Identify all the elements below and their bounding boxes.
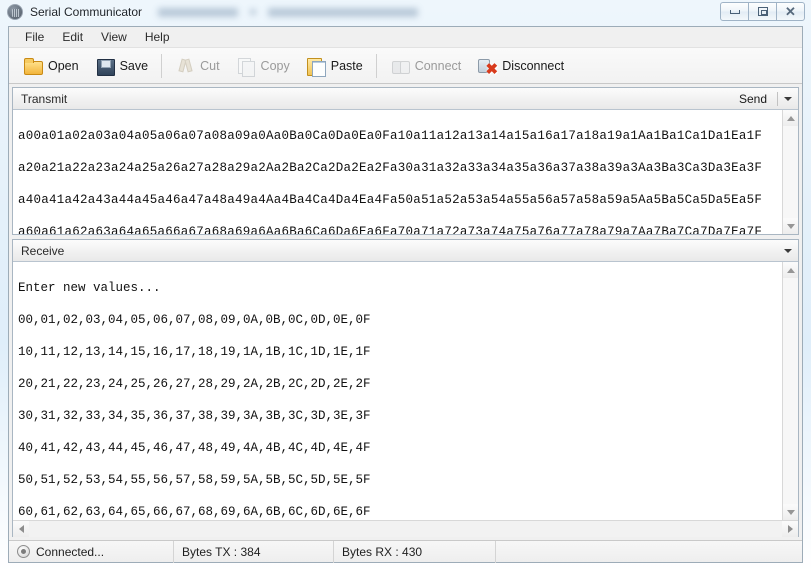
- transmit-scroll-down-button[interactable]: [783, 218, 798, 234]
- transmit-header: Transmit Send: [13, 88, 798, 110]
- receive-options-chevron-down-icon[interactable]: [780, 242, 796, 260]
- floppy-icon: [95, 56, 115, 76]
- minimize-button[interactable]: [720, 2, 749, 21]
- save-button[interactable]: Save: [87, 51, 157, 81]
- maximize-icon: [758, 7, 768, 16]
- connection-status-label: Connected...: [36, 545, 104, 559]
- menu-item-help[interactable]: Help: [136, 28, 179, 46]
- transmit-line: a40a41a42a43a44a45a46a47a48a49a4Aa4Ba4Ca…: [18, 192, 782, 208]
- plug-x-icon: ✖: [477, 56, 497, 76]
- chevron-down-icon: [787, 224, 795, 229]
- copy-icon: [236, 56, 256, 76]
- receive-line: 20,21,22,23,24,25,26,27,28,29,2A,2B,2C,2…: [18, 376, 782, 392]
- receive-scroll-up-button[interactable]: [783, 262, 798, 278]
- receive-line: 10,11,12,13,14,15,16,17,18,19,1A,1B,1C,1…: [18, 344, 782, 360]
- minimize-icon: [730, 10, 740, 14]
- maximize-button[interactable]: [748, 2, 777, 21]
- application-window: Serial Communicator ✕ File Edit View Hel…: [0, 0, 811, 571]
- plug-icon: [390, 56, 410, 76]
- send-button[interactable]: Send: [731, 89, 775, 109]
- transmit-title: Transmit: [21, 92, 731, 106]
- connection-status-icon: [17, 545, 30, 558]
- open-button-label: Open: [48, 59, 79, 73]
- receive-scroll-down-button[interactable]: [783, 504, 798, 520]
- disconnect-button[interactable]: ✖ Disconnect: [469, 51, 572, 81]
- status-bar: Connected... Bytes TX : 384 Bytes RX : 4…: [9, 540, 802, 562]
- receive-title: Receive: [21, 244, 780, 258]
- send-options-chevron-down-icon[interactable]: [780, 90, 796, 108]
- menu-item-view[interactable]: View: [92, 28, 136, 46]
- connect-button-label: Connect: [415, 59, 462, 73]
- transmit-panel: Transmit Send a00a01a02a03a04a05a06a07a0…: [12, 87, 799, 235]
- transmit-scroll-track[interactable]: [783, 126, 798, 218]
- status-bytes-tx: Bytes TX : 384: [174, 541, 334, 563]
- panel-container: Transmit Send a00a01a02a03a04a05a06a07a0…: [9, 84, 802, 540]
- menu-bar: File Edit View Help: [9, 27, 802, 48]
- receive-panel: Receive Enter new values... 00,01,02,03,…: [12, 239, 799, 537]
- cut-button-label: Cut: [200, 59, 219, 73]
- receive-line: 30,31,32,33,34,35,36,37,38,39,3A,3B,3C,3…: [18, 408, 782, 424]
- receive-body: Enter new values... 00,01,02,03,04,05,06…: [13, 262, 798, 520]
- transmit-line: a20a21a22a23a24a25a26a27a28a29a2Aa2Ba2Ca…: [18, 160, 782, 176]
- toolbar: Open Save Cut Copy Paste: [9, 48, 802, 84]
- receive-scroll-left-button[interactable]: [13, 521, 29, 537]
- paste-button[interactable]: Paste: [298, 51, 371, 81]
- chevron-up-icon: [787, 268, 795, 273]
- status-connection: Connected...: [9, 541, 174, 563]
- receive-line: 00,01,02,03,04,05,06,07,08,09,0A,0B,0C,0…: [18, 312, 782, 328]
- app-icon: [7, 4, 23, 20]
- toolbar-separator-2: [376, 54, 377, 78]
- cut-button[interactable]: Cut: [167, 51, 227, 81]
- receive-scroll-track[interactable]: [783, 278, 798, 504]
- receive-horizontal-scrollbar[interactable]: [13, 520, 798, 536]
- receive-line: 60,61,62,63,64,65,66,67,68,69,6A,6B,6C,6…: [18, 504, 782, 520]
- window-title: Serial Communicator: [30, 5, 142, 19]
- transmit-scroll-up-button[interactable]: [783, 110, 798, 126]
- menu-item-edit[interactable]: Edit: [53, 28, 92, 46]
- toolbar-separator-1: [161, 54, 162, 78]
- transmit-line: a00a01a02a03a04a05a06a07a08a09a0Aa0Ba0Ca…: [18, 128, 782, 144]
- transmit-header-separator: [777, 92, 778, 106]
- copy-button-label: Copy: [261, 59, 290, 73]
- connect-button[interactable]: Connect: [382, 51, 470, 81]
- transmit-line: a60a61a62a63a64a65a66a67a68a69a6Aa6Ba6Ca…: [18, 224, 782, 234]
- transmit-body: a00a01a02a03a04a05a06a07a08a09a0Aa0Ba0Ca…: [13, 110, 798, 234]
- receive-scroll-right-button[interactable]: [782, 521, 798, 537]
- receive-line: 40,41,42,43,44,45,46,47,48,49,4A,4B,4C,4…: [18, 440, 782, 456]
- folder-icon: [23, 56, 43, 76]
- open-button[interactable]: Open: [15, 51, 87, 81]
- close-button[interactable]: ✕: [776, 2, 805, 21]
- receive-line: 50,51,52,53,54,55,56,57,58,59,5A,5B,5C,5…: [18, 472, 782, 488]
- disconnect-button-label: Disconnect: [502, 59, 564, 73]
- window-controls: ✕: [721, 2, 805, 21]
- transmit-vertical-scrollbar[interactable]: [782, 110, 798, 234]
- receive-hscroll-track[interactable]: [29, 521, 782, 537]
- status-extra: [496, 541, 802, 563]
- receive-text-output[interactable]: Enter new values... 00,01,02,03,04,05,06…: [13, 262, 782, 520]
- receive-line: Enter new values...: [18, 280, 782, 296]
- chevron-right-icon: [788, 525, 793, 533]
- chevron-down-icon: [787, 510, 795, 515]
- redacted-title-region: [158, 8, 418, 17]
- clipboard-icon: [306, 56, 326, 76]
- chevron-left-icon: [19, 525, 24, 533]
- menu-item-file[interactable]: File: [16, 28, 53, 46]
- copy-button[interactable]: Copy: [228, 51, 298, 81]
- title-bar: Serial Communicator ✕: [0, 0, 811, 24]
- save-button-label: Save: [120, 59, 149, 73]
- chevron-up-icon: [787, 116, 795, 121]
- close-icon: ✕: [785, 5, 796, 18]
- client-area: File Edit View Help Open Save Cut Cop: [8, 26, 803, 563]
- paste-button-label: Paste: [331, 59, 363, 73]
- receive-header: Receive: [13, 240, 798, 262]
- transmit-text-input[interactable]: a00a01a02a03a04a05a06a07a08a09a0Aa0Ba0Ca…: [13, 110, 782, 234]
- scissors-icon: [175, 56, 195, 76]
- receive-vertical-scrollbar[interactable]: [782, 262, 798, 520]
- status-bytes-rx: Bytes RX : 430: [334, 541, 496, 563]
